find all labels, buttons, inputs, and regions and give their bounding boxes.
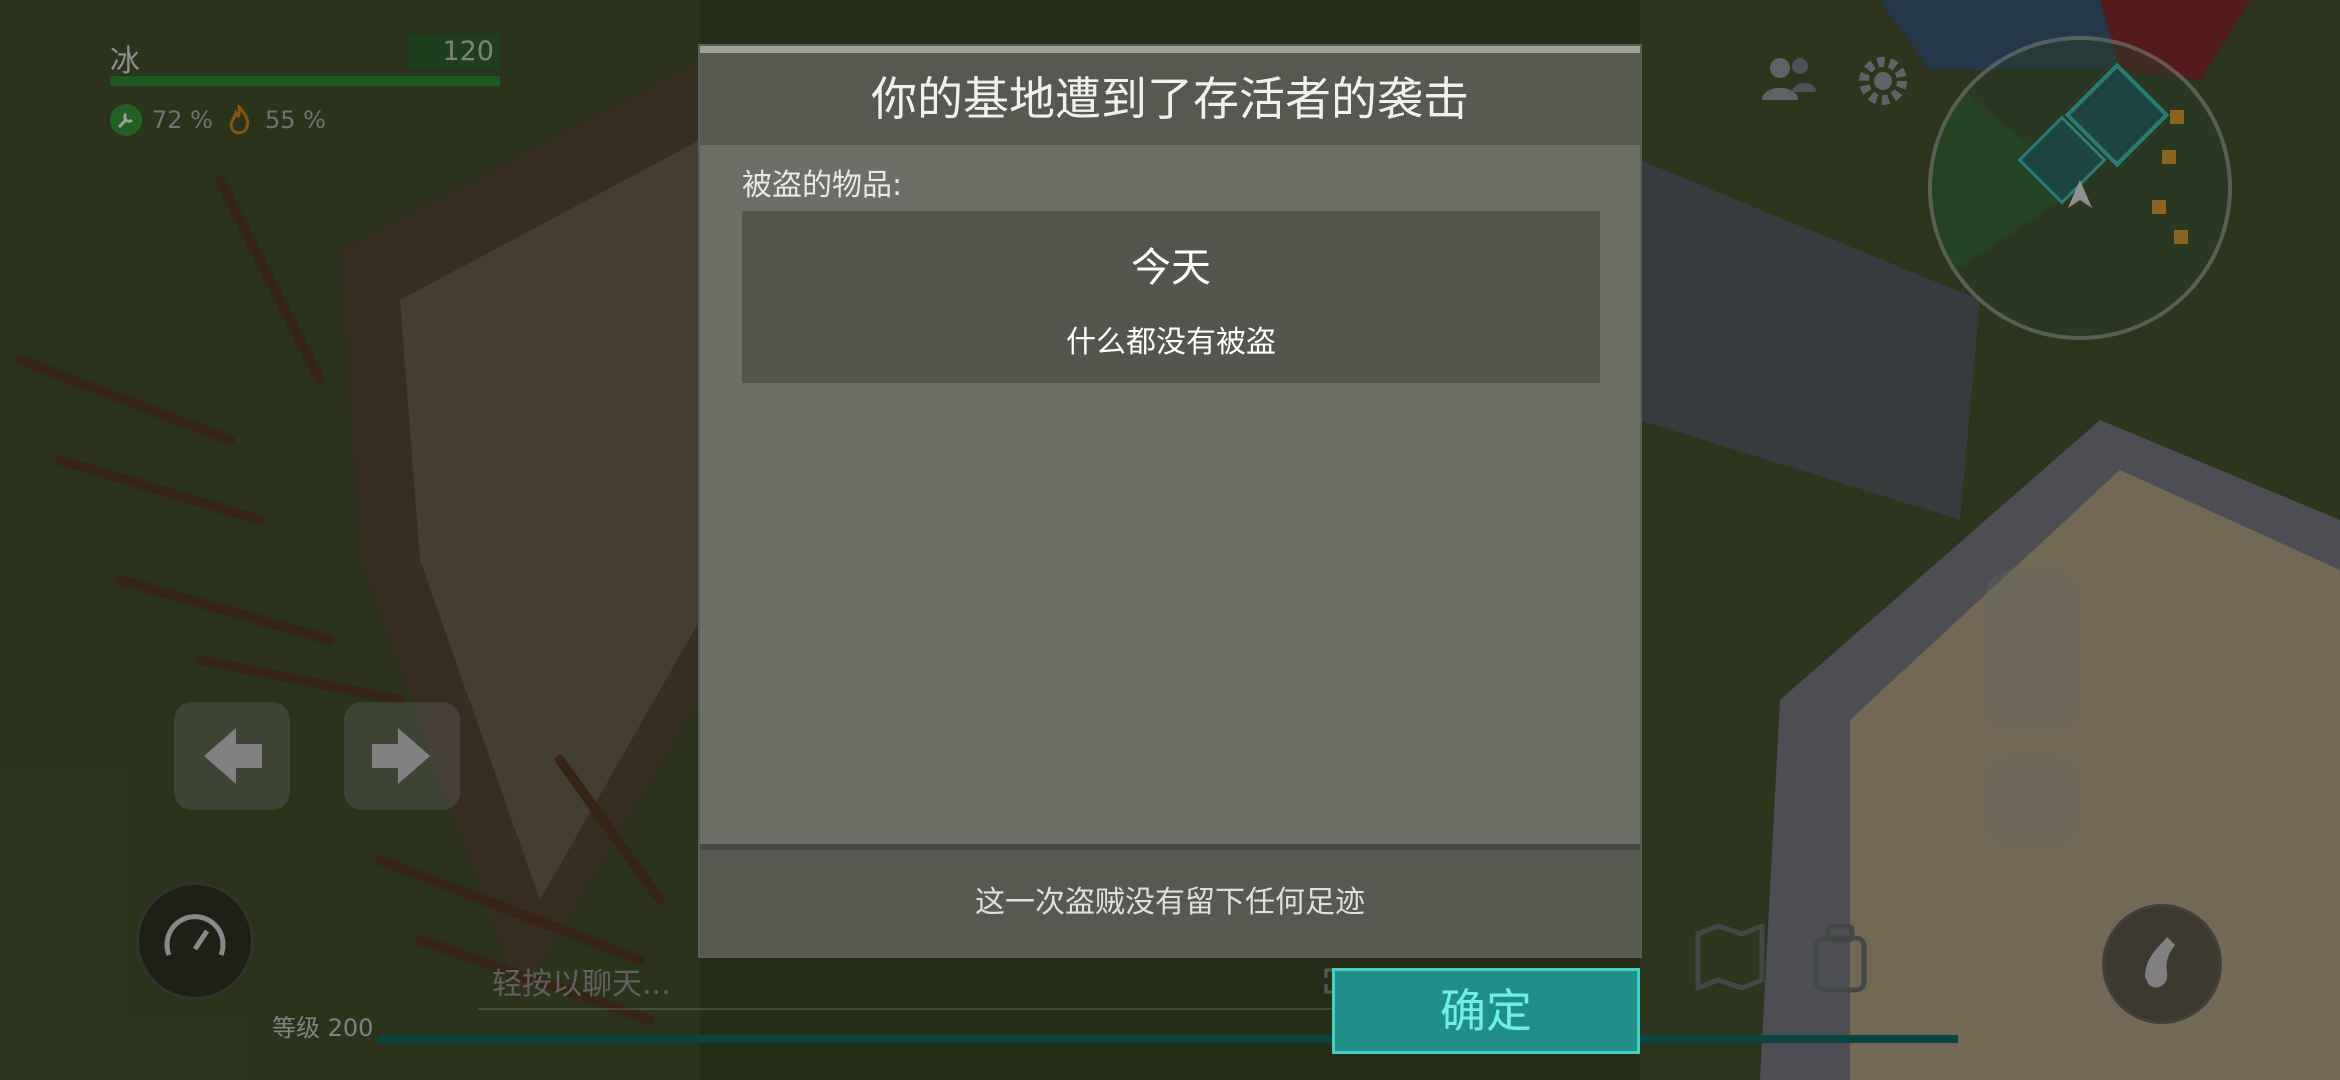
dialog-footer-text: 这一次盗贼没有留下任何足迹 [700,850,1640,956]
dialog-top-border [700,46,1640,53]
raid-report-dialog: 你的基地遭到了存活者的袭击 被盗的物品: 今天 什么都没有被盗 这一次盗贼没有留… [700,46,1640,956]
confirm-button[interactable]: 确定 [1332,968,1640,1054]
nothing-stolen-text: 什么都没有被盗 [1066,325,1276,360]
stolen-items-label: 被盗的物品: [742,168,903,203]
stolen-items-day-card: 今天 什么都没有被盗 [742,211,1600,383]
day-title: 今天 [1131,245,1211,291]
dialog-title: 你的基地遭到了存活者的袭击 [700,53,1640,145]
